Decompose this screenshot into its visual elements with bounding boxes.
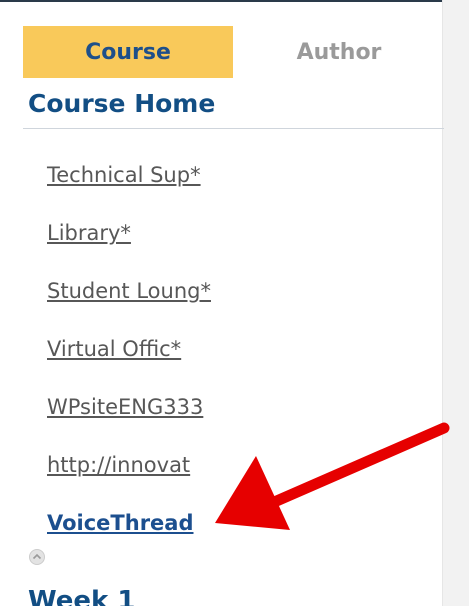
tab-course-label: Course xyxy=(85,39,171,65)
tab-course[interactable]: Course xyxy=(23,26,233,78)
nav-link-technical-support[interactable]: Technical Sup* xyxy=(47,163,201,187)
tab-author[interactable]: Author xyxy=(234,26,444,78)
course-sidebar: Course Author Course Home Technical Sup*… xyxy=(0,0,469,606)
right-panel-edge xyxy=(443,0,469,606)
nav-link-library[interactable]: Library* xyxy=(47,221,131,245)
nav-link-student-lounge[interactable]: Student Loung* xyxy=(47,279,211,303)
section-title-week-1[interactable]: Week 1 xyxy=(28,586,135,606)
section-title-course-home[interactable]: Course Home xyxy=(28,89,215,118)
chevron-up-icon[interactable] xyxy=(29,549,45,565)
top-border xyxy=(0,0,448,2)
tab-author-label: Author xyxy=(296,39,382,65)
nav-link-voicethread[interactable]: VoiceThread xyxy=(47,511,194,535)
nav-link-wpsite[interactable]: WPsiteENG333 xyxy=(47,395,203,419)
divider xyxy=(23,128,444,129)
nav-link-external-url[interactable]: http://innovat xyxy=(47,453,190,477)
sidebar-edge xyxy=(442,0,443,606)
nav-link-virtual-office[interactable]: Virtual Offic* xyxy=(47,337,181,361)
